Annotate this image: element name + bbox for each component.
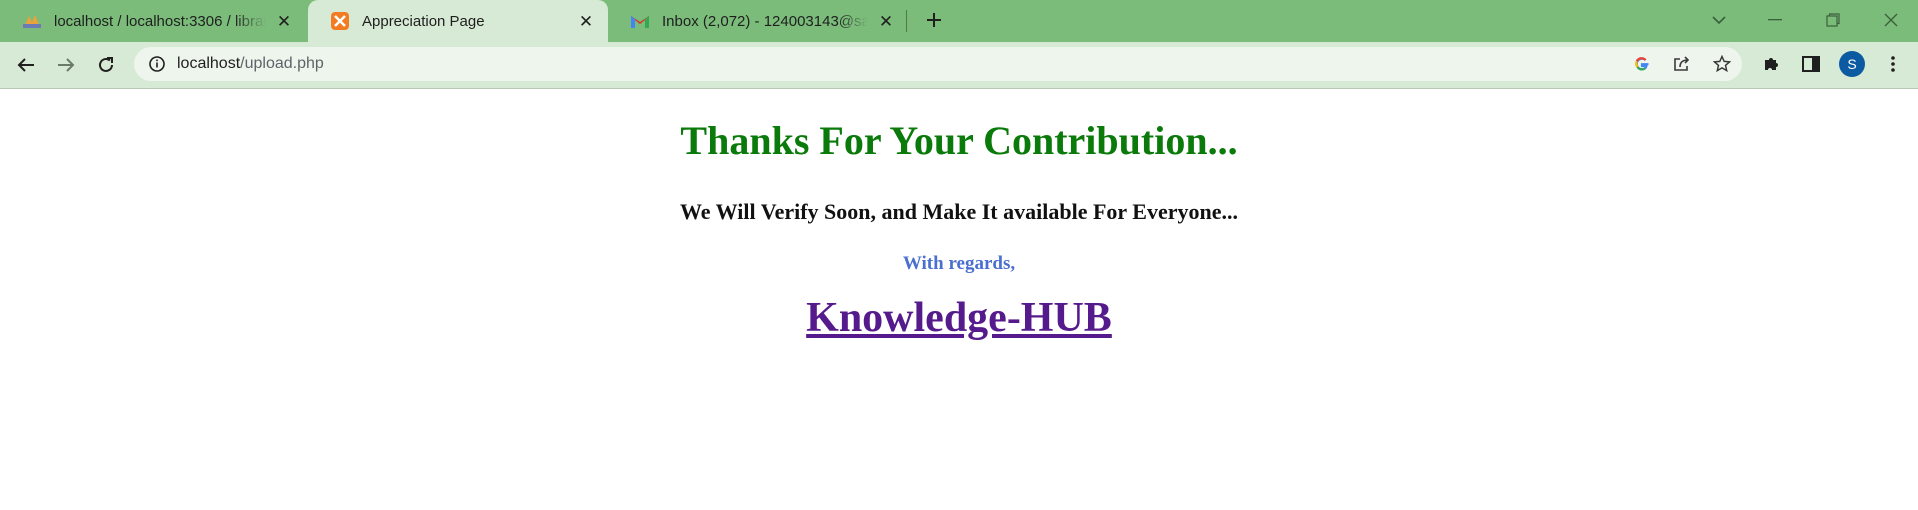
close-icon[interactable]: ✕: [876, 11, 896, 31]
profile-avatar[interactable]: S: [1839, 51, 1865, 77]
side-panel-icon: [1802, 56, 1820, 72]
back-button[interactable]: [10, 49, 42, 81]
page-content: Thanks For Your Contribution... We Will …: [0, 89, 1918, 510]
side-panel-button[interactable]: [1800, 53, 1822, 75]
kebab-menu-icon: [1891, 56, 1895, 72]
close-icon[interactable]: ✕: [274, 11, 294, 31]
page-subheading: We Will Verify Soon, and Make It availab…: [680, 199, 1238, 224]
share-icon[interactable]: [1673, 55, 1691, 73]
google-icon[interactable]: [1633, 55, 1651, 73]
tab-appreciation-page[interactable]: Appreciation Page ✕: [308, 0, 608, 42]
url-host: localhost: [177, 55, 241, 72]
close-icon: [1884, 13, 1898, 27]
site-info-icon[interactable]: [148, 55, 166, 73]
tab-phpmyadmin[interactable]: localhost / localhost:3306 / library ✕: [0, 0, 306, 42]
tab-gmail-inbox[interactable]: Inbox (2,072) - 124003143@sastra.ac.in ✕: [608, 0, 908, 42]
bookmark-star-icon[interactable]: [1713, 55, 1731, 73]
close-icon[interactable]: ✕: [576, 11, 596, 31]
arrow-left-icon: [17, 58, 34, 72]
tab-title: localhost / localhost:3306 / library: [54, 12, 266, 30]
plus-icon: [927, 13, 941, 27]
tab-title: Inbox (2,072) - 124003143@sastra.ac.in: [662, 12, 868, 30]
url-path: /upload.php: [240, 55, 324, 72]
reload-icon: [99, 57, 113, 72]
close-window-button[interactable]: [1868, 0, 1914, 40]
phpmyadmin-icon: [22, 11, 42, 31]
new-tab-button[interactable]: [920, 6, 948, 34]
tab-strip: localhost / localhost:3306 / library ✕ A…: [0, 0, 1918, 42]
minimize-button[interactable]: [1752, 0, 1798, 40]
chevron-down-icon: [1712, 16, 1726, 25]
url-text: localhost/upload.php: [177, 55, 324, 73]
forward-button[interactable]: [50, 49, 82, 81]
knowledge-hub-link[interactable]: Knowledge-HUB: [806, 295, 1112, 341]
extensions-button[interactable]: [1760, 53, 1782, 75]
brand-container: Knowledge-HUB: [0, 294, 1918, 342]
minimize-icon: [1768, 19, 1782, 21]
tab-separator: [906, 10, 907, 32]
gmail-icon: [630, 11, 650, 31]
browser-toolbar: localhost/upload.php S: [0, 42, 1918, 89]
page-heading: Thanks For Your Contribution...: [680, 118, 1238, 163]
tab-search-button[interactable]: [1696, 0, 1742, 40]
address-bar[interactable]: localhost/upload.php: [134, 47, 1742, 81]
restore-button[interactable]: [1810, 0, 1856, 40]
arrow-right-icon: [58, 58, 75, 72]
regards-text: With regards,: [902, 253, 1016, 274]
reload-button[interactable]: [90, 49, 122, 81]
menu-button[interactable]: [1882, 53, 1904, 75]
restore-icon: [1826, 13, 1840, 27]
puzzle-icon: [1765, 58, 1778, 70]
tab-title: Appreciation Page: [362, 12, 485, 30]
xampp-icon: [330, 11, 350, 31]
